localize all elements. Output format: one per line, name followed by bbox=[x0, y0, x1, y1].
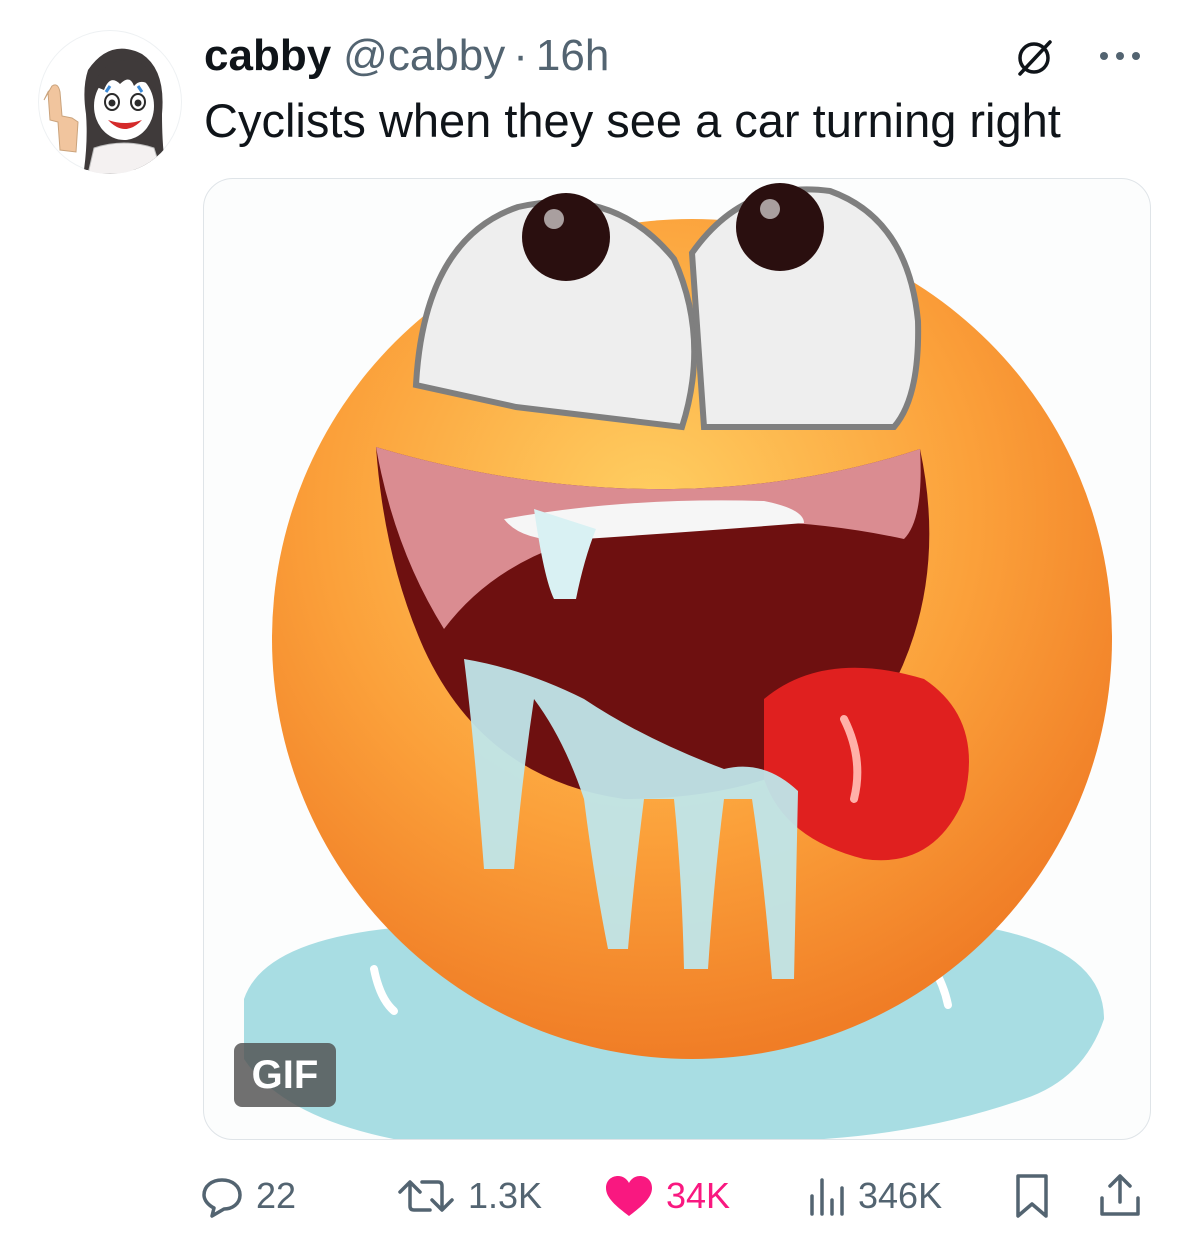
bookmark-button[interactable] bbox=[1012, 1168, 1052, 1224]
reply-button[interactable]: 22 bbox=[200, 1168, 296, 1224]
more-options-icon[interactable] bbox=[1090, 38, 1150, 74]
views-button[interactable]: 346K bbox=[806, 1168, 942, 1224]
views-count: 346K bbox=[858, 1175, 943, 1216]
retweet-button[interactable]: 1.3K bbox=[396, 1168, 542, 1224]
tweet-time[interactable]: 16h bbox=[536, 30, 609, 82]
separator-dot: · bbox=[513, 31, 528, 80]
avatar[interactable] bbox=[38, 30, 182, 174]
heart-icon bbox=[606, 1176, 652, 1216]
share-button[interactable] bbox=[1098, 1168, 1142, 1224]
user-handle[interactable]: @cabby bbox=[343, 30, 505, 82]
share-icon bbox=[1100, 1174, 1140, 1216]
tweet-media-gif[interactable]: GIF bbox=[203, 178, 1151, 1140]
reply-count: 22 bbox=[256, 1175, 297, 1216]
bookmark-icon bbox=[1016, 1174, 1048, 1218]
like-count: 34K bbox=[666, 1175, 731, 1216]
grok-icon[interactable] bbox=[1012, 36, 1056, 80]
views-bar-icon bbox=[810, 1178, 844, 1216]
retweet-count: 1.3K bbox=[468, 1175, 543, 1216]
reply-bubble-icon bbox=[202, 1178, 242, 1218]
tweet-text: Cyclists when they see a car turning rig… bbox=[204, 94, 1061, 147]
tweet-header: cabby @cabby · 16h bbox=[204, 30, 609, 82]
like-button[interactable]: 34K bbox=[604, 1168, 730, 1224]
display-name[interactable]: cabby bbox=[204, 30, 331, 82]
retweet-icon bbox=[398, 1180, 454, 1212]
gif-badge: GIF bbox=[234, 1043, 336, 1107]
